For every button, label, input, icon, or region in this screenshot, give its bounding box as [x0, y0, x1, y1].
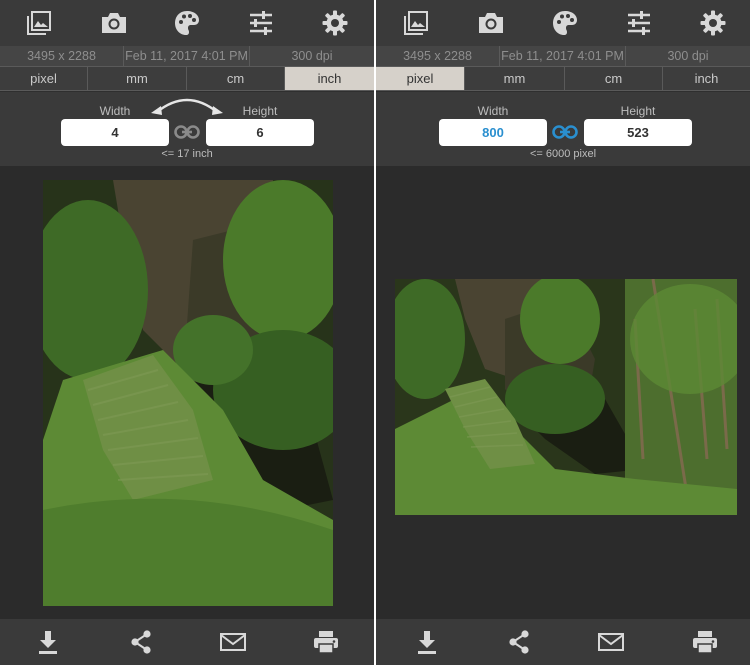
unit-mm[interactable]: mm	[465, 67, 565, 90]
height-label: Height	[242, 104, 278, 118]
size-limit: <= 17 inch	[161, 148, 213, 160]
print-icon[interactable]	[691, 628, 719, 656]
share-icon[interactable]	[127, 628, 155, 656]
unit-mm[interactable]: mm	[88, 67, 187, 90]
download-icon[interactable]	[413, 628, 441, 656]
size-settings: Width Height 800 523 <= 6000 pixel	[376, 92, 750, 166]
left-screen: 3495 x 2288 Feb 11, 2017 4:01 PM 300 dpi…	[0, 0, 374, 665]
image-date: Feb 11, 2017 4:01 PM	[500, 46, 626, 66]
width-label: Width	[477, 104, 509, 118]
mail-icon[interactable]	[219, 628, 247, 656]
photo-preview-landscape	[395, 279, 737, 515]
aspect-link-icon[interactable]	[173, 122, 201, 142]
unit-inch[interactable]: inch	[285, 67, 374, 90]
unit-cm[interactable]: cm	[565, 67, 663, 90]
unit-pixel[interactable]: pixel	[0, 67, 88, 90]
print-icon[interactable]	[312, 628, 340, 656]
image-info-bar: 3495 x 2288 Feb 11, 2017 4:01 PM 300 dpi	[376, 46, 750, 66]
gear-icon[interactable]	[697, 7, 729, 39]
palette-icon[interactable]	[549, 7, 581, 39]
width-input[interactable]: 800	[439, 119, 547, 146]
unit-pixel[interactable]: pixel	[376, 67, 465, 90]
bottom-toolbar	[0, 619, 374, 665]
size-settings: Width Height 4 6 <= 17 inch	[0, 92, 374, 166]
image-dpi: 300 dpi	[291, 49, 333, 63]
height-input[interactable]: 523	[584, 119, 692, 146]
image-dimensions: 3495 x 2288	[376, 46, 500, 66]
width-label: Width	[99, 104, 131, 118]
top-toolbar	[376, 0, 750, 46]
unit-inch[interactable]: inch	[663, 67, 750, 90]
download-icon[interactable]	[34, 628, 62, 656]
preview-area	[376, 166, 750, 619]
image-info-bar: 3495 x 2288 Feb 11, 2017 4:01 PM 300 dpi	[0, 46, 374, 66]
top-toolbar	[0, 0, 374, 46]
unit-selector: pixel mm cm inch	[0, 66, 374, 91]
bottom-toolbar	[376, 619, 750, 665]
camera-icon[interactable]	[98, 7, 130, 39]
height-label: Height	[620, 104, 656, 118]
gear-icon[interactable]	[319, 7, 351, 39]
width-input[interactable]: 4	[61, 119, 169, 146]
size-limit: <= 6000 pixel	[529, 148, 597, 160]
unit-cm[interactable]: cm	[187, 67, 285, 90]
height-input[interactable]: 6	[206, 119, 314, 146]
aspect-link-icon[interactable]	[551, 122, 579, 142]
image-dimensions: 3495 x 2288	[0, 46, 124, 66]
sliders-icon[interactable]	[245, 7, 277, 39]
sliders-icon[interactable]	[623, 7, 655, 39]
image-date: Feb 11, 2017 4:01 PM	[124, 46, 250, 66]
palette-icon[interactable]	[171, 7, 203, 39]
image-dpi: 300 dpi	[667, 49, 709, 63]
unit-selector: pixel mm cm inch	[376, 66, 750, 91]
right-screen: 3495 x 2288 Feb 11, 2017 4:01 PM 300 dpi…	[376, 0, 750, 665]
photo-preview-portrait	[43, 180, 333, 606]
camera-icon[interactable]	[475, 7, 507, 39]
share-icon[interactable]	[505, 628, 533, 656]
gallery-icon[interactable]	[23, 7, 55, 39]
preview-area	[0, 166, 374, 619]
gallery-icon[interactable]	[400, 7, 432, 39]
mail-icon[interactable]	[597, 628, 625, 656]
